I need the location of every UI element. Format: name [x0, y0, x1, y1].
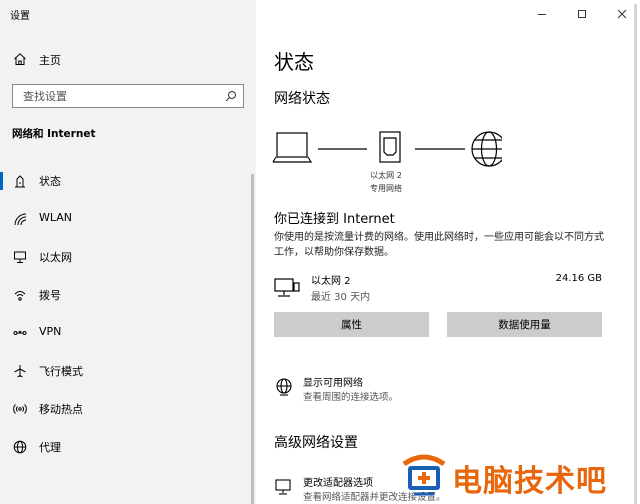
sidebar-item-label: 以太网: [39, 251, 72, 264]
data-usage-amount: 24.16 GB: [555, 273, 602, 284]
section-title: 网络和 Internet: [12, 128, 96, 140]
minimize-icon[interactable]: [534, 6, 550, 22]
window-title: 设置: [10, 11, 30, 22]
connected-description: 你使用的是按流量计费的网络。使用此网络时，一些应用可能会以不同方式工作，以帮助你…: [274, 232, 604, 258]
sidebar-item-airplane-mode[interactable]: 飞行模式: [0, 352, 256, 390]
connected-title: 你已连接到 Internet: [274, 212, 395, 227]
properties-button[interactable]: 属性: [274, 312, 429, 337]
sidebar-home[interactable]: 主页: [0, 44, 256, 74]
sidebar-item-label: 飞行模式: [39, 365, 83, 378]
sidebar-item-vpn[interactable]: VPN: [0, 314, 256, 352]
sidebar-item-label: 状态: [39, 175, 61, 188]
sidebar-item-wlan[interactable]: WLAN: [0, 200, 256, 238]
sidebar-item-ethernet[interactable]: 以太网: [0, 238, 256, 276]
sidebar-item-label: 移动热点: [39, 403, 83, 416]
show-networks-desc: 查看周围的连接选项。: [303, 392, 399, 403]
dialup-icon: [14, 291, 26, 301]
ethernet-icon: [274, 278, 300, 297]
watermark: 电脑技术吧: [400, 452, 636, 500]
sidebar-item-dialup[interactable]: 拨号: [0, 276, 256, 314]
network-status-heading: 网络状态: [274, 91, 330, 107]
search-icon[interactable]: [225, 90, 237, 102]
network-usage-row: 以太网 2 最近 30 天内 24.16 GB: [274, 272, 604, 306]
settings-window: 设置 主页 网络和 Internet 状态: [0, 0, 640, 504]
main-scrollbar[interactable]: [634, 4, 637, 504]
sidebar: 设置 主页 网络和 Internet 状态: [0, 0, 256, 504]
device-label: 以太网 2: [370, 171, 402, 180]
device-network-type: 专用网络: [370, 184, 402, 193]
sidebar-item-proxy[interactable]: 代理: [0, 428, 256, 466]
home-icon: [14, 53, 26, 65]
ethernet-icon: [14, 251, 26, 263]
sidebar-item-label: WLAN: [39, 211, 73, 224]
hotspot-icon: [13, 404, 27, 414]
sidebar-item-status[interactable]: 状态: [0, 162, 256, 200]
sidebar-item-label: VPN: [39, 325, 62, 338]
search-input[interactable]: [13, 85, 213, 107]
network-name: 以太网 2: [311, 276, 351, 287]
proxy-globe-icon: [13, 440, 27, 454]
advanced-settings-heading: 高级网络设置: [274, 435, 358, 451]
sidebar-scrollbar[interactable]: [251, 174, 254, 504]
sidebar-nav: 状态 WLAN 以太网 拨号 VPN 飞行模式 移动热点 代理: [0, 162, 256, 466]
internet-globe-icon: [471, 131, 502, 167]
sidebar-item-label: 代理: [39, 441, 61, 454]
main-content: 状态 网络状态 以太网 2 专用网络 你已连接到 Internet 你使用的是按…: [256, 0, 640, 504]
sidebar-home-label: 主页: [39, 54, 61, 67]
watermark-text: 电脑技术吧: [452, 464, 607, 499]
close-icon[interactable]: [614, 6, 630, 22]
wifi-icon: [14, 213, 27, 226]
sidebar-item-mobile-hotspot[interactable]: 移动热点: [0, 390, 256, 428]
sidebar-item-label: 拨号: [39, 289, 61, 302]
search-box: [12, 84, 244, 108]
ethernet-adapter-icon: [379, 131, 401, 163]
network-globe-icon: [276, 378, 292, 396]
maximize-icon[interactable]: [574, 6, 590, 22]
page-title: 状态: [274, 50, 314, 74]
watermark-logo-icon: [402, 454, 446, 496]
adapter-icon: [275, 479, 291, 495]
airplane-icon: [14, 365, 26, 378]
data-usage-button[interactable]: 数据使用量: [447, 312, 602, 337]
show-available-networks[interactable]: 显示可用网络 查看周围的连接选项。: [274, 374, 604, 404]
laptop-icon: [272, 132, 313, 163]
show-networks-title: 显示可用网络: [303, 378, 363, 389]
adapter-options-title: 更改适配器选项: [303, 478, 373, 489]
status-icon: [15, 175, 25, 188]
vpn-icon: [13, 330, 27, 335]
usage-period: 最近 30 天内: [311, 292, 371, 303]
